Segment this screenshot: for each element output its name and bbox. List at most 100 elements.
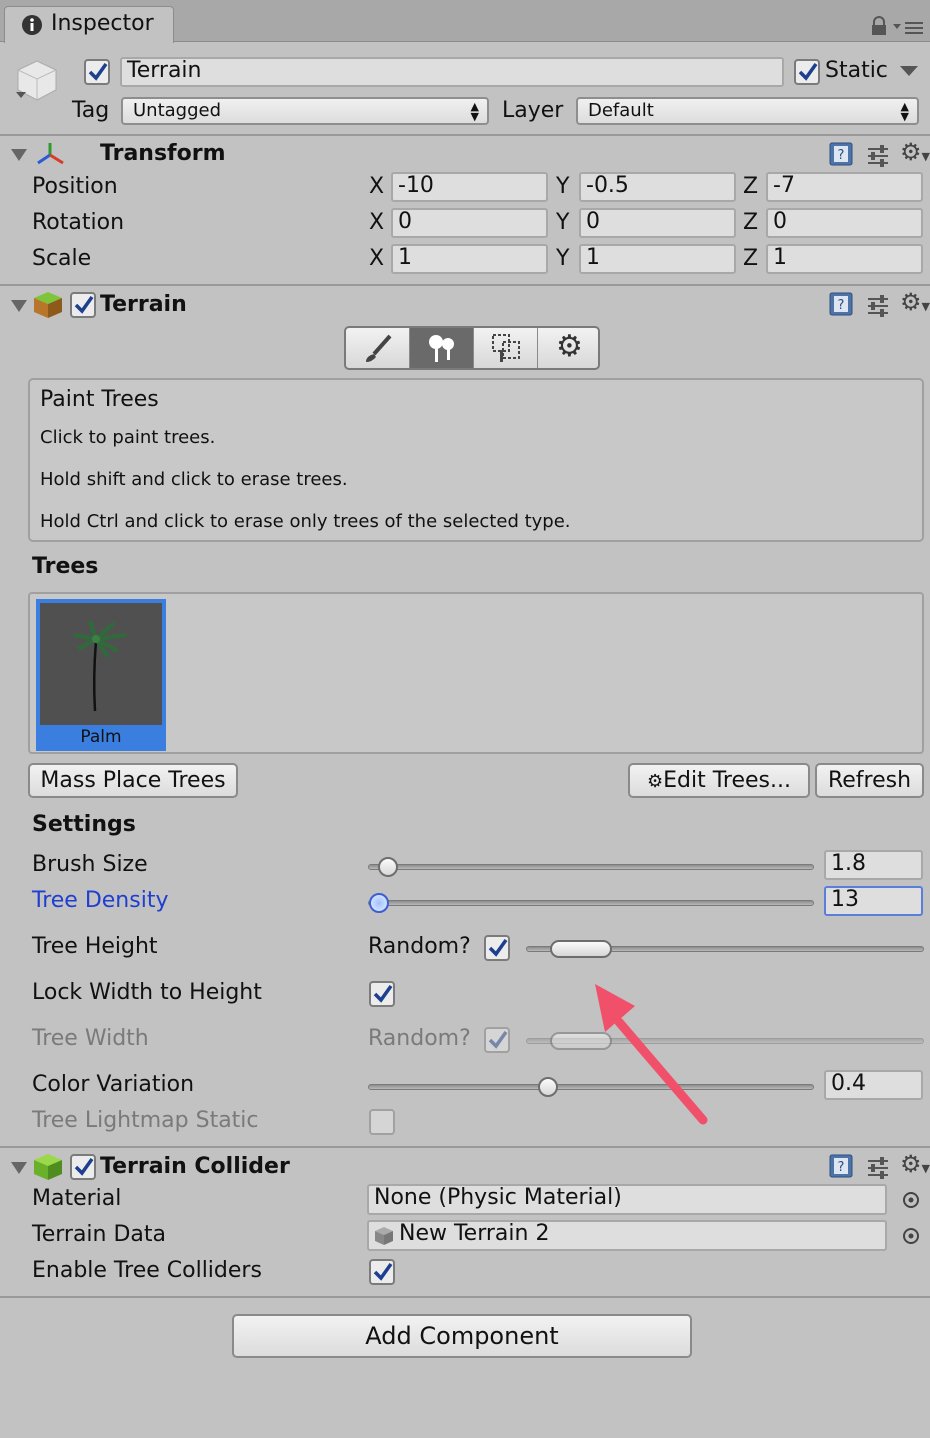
tree-height-random-checkbox[interactable] [484,935,510,961]
object-picker-icon[interactable] [902,1191,920,1209]
tab-inspector[interactable]: Inspector [4,6,174,43]
axis-x-label[interactable]: X [369,210,384,235]
transform-z-field[interactable]: 0 [766,208,923,238]
select-arrows-icon: ▲ ▼ [470,100,479,123]
tree-item-label: Palm [80,727,122,747]
mass-place-trees-button[interactable]: Mass Place Trees [28,763,238,798]
transform-x-field[interactable]: -10 [391,172,548,202]
transform-title: Transform [100,141,226,166]
svg-text:?: ? [838,298,845,313]
terrain-data-value: New Terrain 2 [399,1221,550,1246]
transform-row-label: Rotation [32,210,125,235]
axis-x-label[interactable]: X [369,174,384,199]
component-gear-icon[interactable]: ⚙▼ [900,288,930,316]
tree-density-slider-track[interactable] [368,900,814,906]
object-picker-icon[interactable] [902,1227,920,1245]
color-variation-field[interactable]: 0.4 [824,1070,923,1100]
axis-y-label[interactable]: Y [556,246,569,271]
brush-size-slider-track[interactable] [368,864,814,870]
tool-paint-texture[interactable] [346,328,410,368]
color-variation-slider-knob[interactable] [538,1077,559,1097]
tree-colliders-checkbox[interactable] [369,1259,395,1285]
axis-y-label[interactable]: Y [556,174,569,199]
axis-x-label[interactable]: X [369,246,384,271]
foldout-arrow-icon[interactable] [11,300,27,312]
transform-y-field[interactable]: -0.5 [579,172,736,202]
svg-text:?: ? [838,1160,845,1175]
edit-trees-button[interactable]: ⚙Edit Trees... [628,763,810,798]
material-field[interactable]: None (Physic Material) [367,1184,887,1215]
object-name-field[interactable]: Terrain [120,57,784,87]
brush-size-slider-knob[interactable] [377,857,398,877]
lightmap-static-label: Tree Lightmap Static [32,1108,259,1133]
lock-width-checkbox[interactable] [369,981,395,1007]
paint-details-icon [492,334,520,362]
lock-icon[interactable] [871,16,887,36]
tree-item[interactable]: Palm [36,599,166,751]
help-book-icon[interactable]: ? [828,1153,854,1179]
paint-brush-icon [366,334,392,362]
object-active-checkbox[interactable] [84,59,110,85]
transform-y-field[interactable]: 1 [579,244,736,274]
help-line: Click to paint trees. [40,427,216,448]
transform-x-field[interactable]: 0 [391,208,548,238]
help-title: Paint Trees [40,387,159,412]
help-book-icon[interactable]: ? [828,291,854,317]
preset-sliders-icon[interactable] [866,293,890,317]
tree-density-field[interactable]: 13 [824,886,923,916]
tool-settings[interactable]: ⚙ [538,328,598,368]
preset-sliders-icon[interactable] [866,1155,890,1179]
annotation-arrow [595,984,708,1125]
select-arrows-icon: ▲ ▼ [900,100,909,123]
mass-place-trees-label: Mass Place Trees [40,768,226,793]
brush-size-field[interactable]: 1.8 [824,850,923,880]
terrain-data-field[interactable]: New Terrain 2 [367,1220,887,1251]
add-component-button[interactable]: Add Component [232,1314,692,1358]
axis-z-label[interactable]: Z [743,246,758,271]
tag-select[interactable]: Untagged ▲ ▼ [121,97,489,125]
svg-text:?: ? [838,148,845,163]
lock-width-label: Lock Width to Height [32,980,262,1005]
tool-paint-details[interactable] [474,328,538,368]
color-variation-label: Color Variation [32,1072,195,1097]
terrain-data-label: Terrain Data [32,1222,166,1247]
transform-y-field[interactable]: 0 [579,208,736,238]
tree-density-slider-knob[interactable] [368,893,389,913]
help-book-icon[interactable]: ? [828,141,854,167]
transform-z-field[interactable]: 1 [766,244,923,274]
cube-icon [16,60,57,101]
tree-density-label: Tree Density [32,888,169,913]
transform-row-label: Scale [32,246,92,271]
axis-y-label[interactable]: Y [556,210,569,235]
transform-x-field[interactable]: 1 [391,244,548,274]
tree-height-range-handle[interactable] [550,940,612,958]
static-label: Static [825,58,888,83]
terrain-toolbar: ⚙ [344,326,600,370]
foldout-arrow-icon[interactable] [11,1162,27,1174]
axis-z-label[interactable]: Z [743,210,758,235]
terrain-collider-icon [34,1154,62,1180]
refresh-button[interactable]: Refresh [815,763,924,798]
axis-z-label[interactable]: Z [743,174,758,199]
help-line: Hold Ctrl and click to erase only trees … [40,511,571,532]
menu-icon[interactable] [893,20,925,36]
component-gear-icon[interactable]: ⚙▼ [900,138,930,166]
foldout-arrow-icon[interactable] [11,149,27,161]
terrain-title: Terrain [100,292,187,317]
terrain-icon [34,292,62,318]
tab-label: Inspector [51,11,154,36]
preset-sliders-icon[interactable] [866,143,890,167]
tree-width-random-label: Random? [368,1026,471,1051]
component-gear-icon[interactable]: ⚙▼ [900,1150,930,1178]
layer-select[interactable]: Default ▲ ▼ [576,97,919,125]
collider-title: Terrain Collider [100,1154,290,1179]
transform-icon [37,143,64,165]
static-dropdown-icon[interactable] [900,66,918,78]
collider-enabled-checkbox[interactable] [70,1154,96,1180]
tool-paint-trees[interactable] [410,328,474,368]
static-checkbox[interactable] [794,59,820,85]
tree-height-label: Tree Height [32,934,158,959]
transform-z-field[interactable]: -7 [766,172,923,202]
terrain-enabled-checkbox[interactable] [70,292,96,318]
settings-header: Settings [32,812,136,837]
